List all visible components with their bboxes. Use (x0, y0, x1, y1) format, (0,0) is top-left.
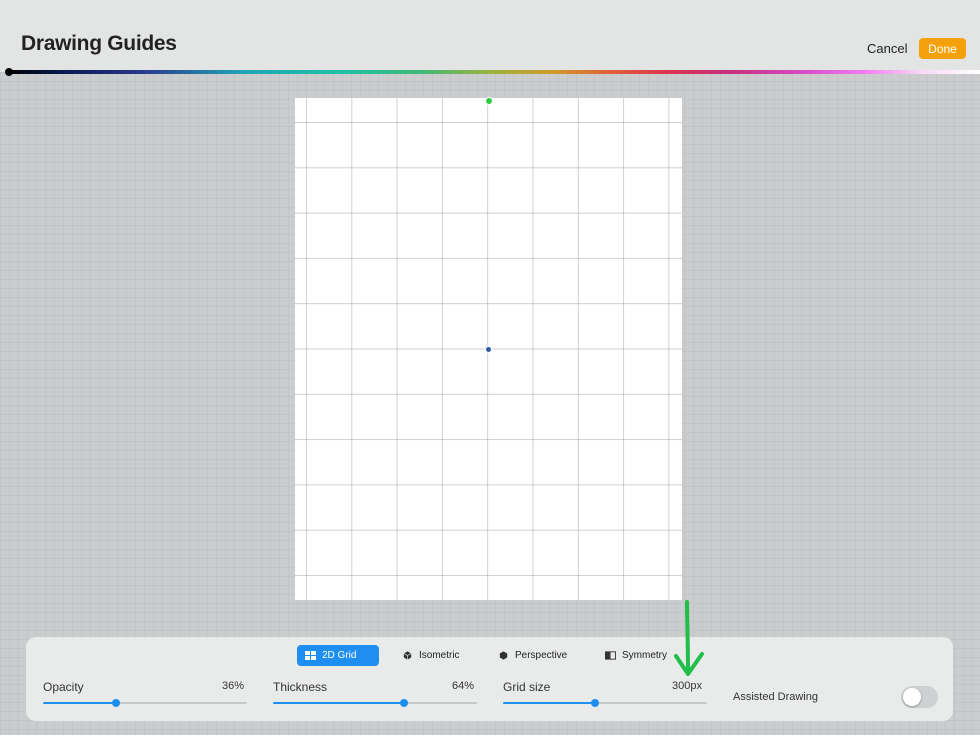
cancel-button[interactable]: Cancel (867, 41, 907, 56)
grid-size-value: 300px (672, 680, 702, 692)
tab-label: Perspective (515, 650, 568, 661)
green-arrow-down-icon (674, 600, 704, 676)
opacity-label: Opacity (43, 680, 84, 694)
slider-fill (503, 702, 595, 704)
assisted-drawing-toggle[interactable] (901, 686, 938, 708)
hexagon-icon (499, 651, 508, 660)
cube-icon (403, 651, 412, 660)
done-button[interactable]: Done (919, 38, 966, 59)
slider-thumb[interactable] (399, 699, 408, 707)
tab-perspective[interactable]: Perspective (490, 645, 575, 666)
grid-center-handle[interactable] (485, 346, 492, 353)
tab-isometric[interactable]: Isometric (394, 645, 468, 666)
tab-label: Symmetry (622, 650, 667, 661)
tab-label: 2D Grid (322, 650, 357, 661)
color-slider-knob[interactable] (5, 68, 13, 76)
rotation-handle[interactable] (485, 97, 493, 105)
thickness-slider[interactable] (273, 699, 477, 707)
color-spectrum-slider[interactable] (8, 70, 980, 74)
slider-thumb[interactable] (590, 699, 599, 707)
grid-size-label: Grid size (503, 680, 551, 694)
opacity-slider[interactable] (43, 699, 247, 707)
tab-label: Isometric (419, 650, 460, 661)
opacity-value: 36% (221, 680, 244, 692)
tab-symmetry[interactable]: Symmetry (597, 645, 675, 666)
symmetry-icon (605, 651, 616, 660)
thickness-label: Thickness (273, 680, 328, 694)
toggle-knob (903, 688, 921, 706)
slider-fill (273, 702, 404, 704)
assisted-drawing-label: Assisted Drawing (733, 691, 818, 703)
thickness-value: 64% (451, 680, 474, 692)
header-bar: Drawing Guides Cancel Done (0, 0, 980, 72)
tab-2d-grid[interactable]: 2D Grid (297, 645, 379, 666)
page-title: Drawing Guides (21, 32, 177, 55)
slider-fill (43, 702, 117, 704)
grid-size-slider[interactable] (503, 699, 707, 707)
grid-icon (305, 651, 316, 660)
